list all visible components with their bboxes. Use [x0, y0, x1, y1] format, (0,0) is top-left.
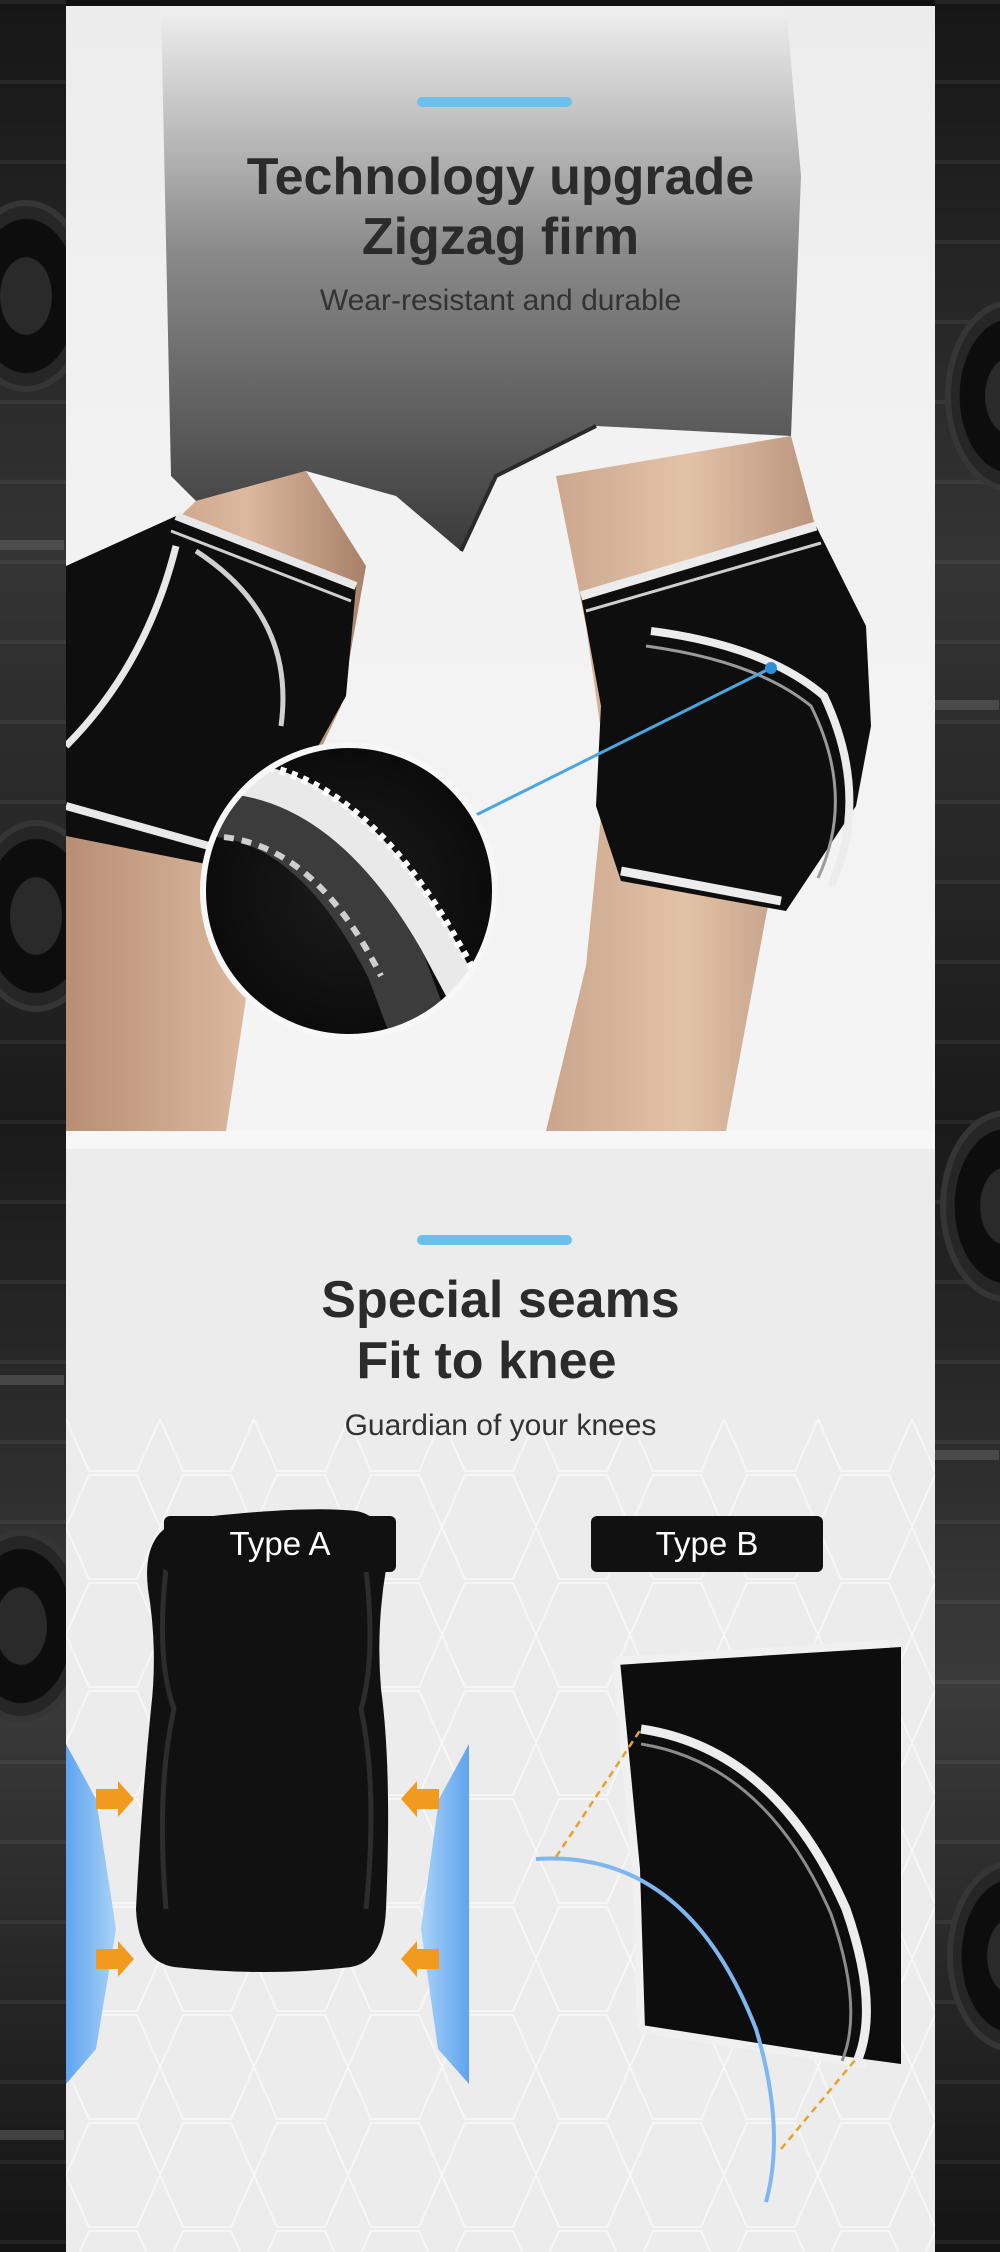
bottom-title-line1: Special seams	[321, 1271, 680, 1329]
type-b-sleeve	[612, 1639, 902, 2068]
section-divider	[66, 1131, 935, 1149]
top-subtitle: Wear-resistant and durable	[319, 284, 682, 317]
type-a-sleeve	[136, 1509, 389, 1972]
background-gym-left	[0, 0, 66, 2252]
seams-section: Special seams Fit to knee Guardian of yo…	[66, 1149, 935, 2252]
background-gym-right	[935, 0, 1000, 2252]
top-title-line2: Zigzag firm	[361, 208, 640, 266]
top-title-line1: Technology upgrade	[246, 148, 755, 206]
bottom-title-line2: Fit to knee	[356, 1332, 617, 1390]
technology-section: Technology upgrade Zigzag firm Wear-resi…	[66, 6, 935, 1131]
accent-bar-top	[417, 97, 572, 107]
accent-bar-bottom	[417, 1235, 572, 1245]
type-a-label: Type A	[164, 1516, 396, 1572]
bottom-subtitle: Guardian of your knees	[344, 1409, 657, 1442]
type-b-label: Type B	[591, 1516, 823, 1572]
